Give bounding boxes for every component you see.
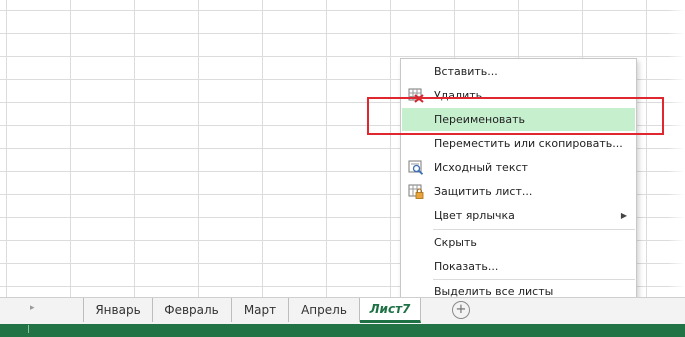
menu-item-label: Скрыть bbox=[434, 236, 477, 249]
menu-item-label: Показать... bbox=[434, 260, 499, 273]
menu-item-insert[interactable]: Вставить... bbox=[402, 60, 635, 83]
menu-item-label: Вставить... bbox=[434, 65, 498, 78]
status-bar bbox=[0, 324, 685, 337]
tab-scroll-right-icon[interactable]: ▸ bbox=[30, 303, 35, 313]
menu-item-label: Переместить или скопировать... bbox=[434, 137, 623, 150]
menu-separator bbox=[433, 229, 635, 230]
menu-item-move-copy[interactable]: Переместить или скопировать... bbox=[402, 132, 635, 155]
view-code-icon bbox=[408, 160, 424, 175]
menu-item-protect-sheet[interactable]: Защитить лист... bbox=[402, 180, 635, 203]
tab-label: Март bbox=[243, 303, 277, 317]
menu-item-unhide[interactable]: Показать... bbox=[402, 255, 635, 278]
submenu-arrow-icon: ▶ bbox=[620, 211, 627, 220]
menu-item-view-code[interactable]: Исходный текст bbox=[402, 156, 635, 179]
sheet-tab-bar: ▸ Январь Февраль Март Апрель Лист7 + bbox=[0, 297, 685, 324]
tab-label: Лист7 bbox=[369, 302, 411, 316]
status-bar-divider bbox=[28, 325, 35, 333]
tab-label: Январь bbox=[95, 303, 141, 317]
menu-item-label: Исходный текст bbox=[434, 161, 528, 174]
grid-edge bbox=[667, 0, 685, 297]
sheet-context-menu: Вставить... Удалить Переименовать Переме… bbox=[400, 58, 637, 305]
menu-item-label: Защитить лист... bbox=[434, 185, 533, 198]
tab-label: Апрель bbox=[301, 303, 347, 317]
menu-item-label: Цвет ярлычка bbox=[434, 209, 515, 222]
tab-january[interactable]: Январь bbox=[83, 298, 153, 322]
menu-item-tab-color[interactable]: Цвет ярлычка ▶ bbox=[402, 204, 635, 227]
tab-march[interactable]: Март bbox=[232, 298, 289, 322]
tab-sheet7[interactable]: Лист7 bbox=[360, 298, 421, 323]
tab-february[interactable]: Февраль bbox=[152, 298, 232, 322]
highlight-annotation-box bbox=[367, 97, 664, 135]
menu-item-hide[interactable]: Скрыть bbox=[402, 231, 635, 254]
tab-april[interactable]: Апрель bbox=[289, 298, 360, 322]
add-sheet-icon[interactable]: + bbox=[452, 301, 470, 319]
protect-sheet-icon bbox=[408, 184, 424, 199]
tab-label: Февраль bbox=[164, 303, 219, 317]
